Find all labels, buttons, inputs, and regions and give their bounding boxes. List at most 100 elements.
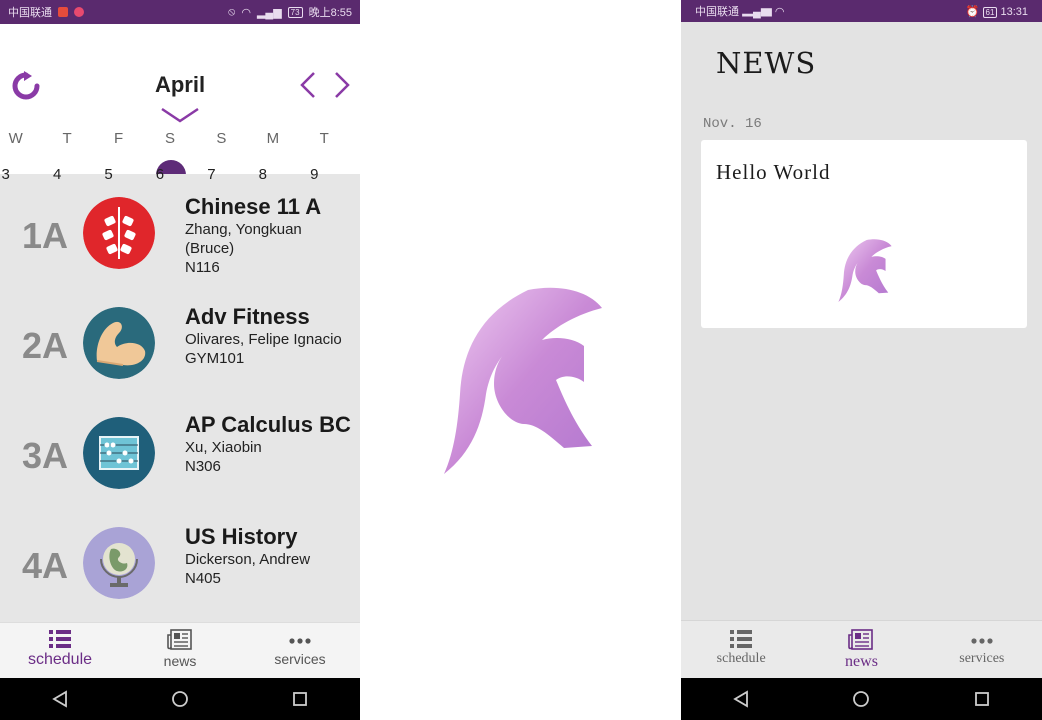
news-card[interactable]: Hello World (701, 140, 1027, 328)
class-row[interactable]: 2A Adv Fitness Olivares, Felipe Ignacio … (0, 302, 360, 412)
class-info: Adv Fitness Olivares, Felipe Ignacio GYM… (185, 304, 355, 368)
abacus-icon (83, 417, 155, 489)
tab-news[interactable]: news (120, 623, 240, 678)
battery-icon: 61 (982, 6, 998, 18)
weekday-label: T (62, 130, 72, 147)
class-name: AP Calculus BC (185, 412, 351, 437)
class-info: AP Calculus BC Xu, Xiaobin N306 (185, 412, 355, 476)
status-icons: ⦸ ◠ ▂▄▆ 73 晚上8:55 (228, 4, 352, 20)
weekday-label: F (113, 130, 124, 147)
news-date: Nov. 16 (703, 116, 762, 132)
signal-icon: ▂▄▆ (256, 6, 282, 19)
spartan-helmet-logo (438, 284, 608, 474)
more-icon (971, 638, 993, 644)
firecracker-icon (83, 197, 155, 269)
period-label: 3A (22, 435, 69, 476)
status-icons-right: ⏰ 61 13:31 (966, 5, 1028, 18)
news-screen: 中国联通 ▂▄▆ ◠ ⏰ 61 13:31 NEWS Nov. 16 Hello… (681, 0, 1042, 720)
carrier-text: 中国联通 (8, 7, 52, 19)
home-button[interactable] (171, 690, 189, 708)
signal-icon: ▂▄▆ ◠ (742, 6, 785, 18)
bottom-tab-bar: schedule news services (0, 622, 360, 678)
weekday-label: S (216, 130, 227, 147)
carrier-label: 中国联通 (8, 4, 85, 20)
weekday-label: W (8, 130, 23, 147)
class-room: N405 (185, 570, 221, 587)
tab-schedule[interactable]: schedule (0, 623, 120, 678)
tab-schedule[interactable]: schedule (681, 621, 801, 678)
notification-icon (58, 7, 69, 17)
class-name: Chinese 11 A (185, 194, 322, 219)
status-bar: 中国联通 ⦸ ◠ ▂▄▆ 73 晚上8:55 (0, 0, 360, 24)
tab-label: schedule (716, 651, 766, 666)
previous-week-button[interactable] (296, 70, 320, 100)
class-row[interactable]: 3A AP Calculus BC Xu, Xiaobin N306 (0, 412, 360, 522)
mute-icon: ⦸ (228, 5, 236, 18)
weibo-icon (74, 7, 85, 17)
next-week-button[interactable] (330, 70, 354, 100)
class-row[interactable]: 1A Chinese 11 A Zhang, Yongkuan (Bruce) … (0, 192, 360, 302)
date-number: 9 (310, 166, 319, 183)
date-number: 8 (258, 166, 267, 183)
date-number: 7 (207, 166, 216, 183)
tab-services[interactable]: services (240, 623, 360, 678)
clock-time: 晚上8:55 (308, 7, 352, 19)
class-room: GYM101 (185, 350, 245, 367)
tab-services[interactable]: services (922, 621, 1042, 678)
class-teacher: Xu, Xiaobin (185, 439, 262, 456)
tab-label: news (163, 653, 197, 669)
class-teacher: Zhang, Yongkuan (Bruce) (185, 221, 302, 257)
list-icon (730, 630, 753, 648)
tab-label: services (959, 651, 1005, 666)
page-title: NEWS (716, 46, 817, 80)
tab-label: services (274, 651, 326, 667)
weekday-row: W T F S S M T (0, 130, 360, 147)
period-label: 4A (22, 545, 69, 586)
tab-label: schedule (27, 651, 93, 668)
tab-news[interactable]: news (801, 621, 921, 678)
flexed-arm-icon (83, 307, 155, 379)
screenshot-composite: 中国联通 ⦸ ◠ ▂▄▆ 73 晚上8:55 April W T F S S M… (0, 0, 1042, 720)
status-bar: 中国联通 ▂▄▆ ◠ ⏰ 61 13:31 (681, 0, 1042, 22)
battery-icon: 73 (287, 6, 303, 18)
newspaper-icon (167, 629, 192, 650)
home-button[interactable] (852, 690, 870, 708)
tab-label: news (845, 653, 878, 670)
bottom-tab-bar: schedule news services (681, 620, 1042, 678)
wifi-icon: ◠ (241, 6, 251, 19)
recents-button[interactable] (291, 690, 309, 708)
splash-screen (360, 0, 681, 720)
weekday-label: S (164, 130, 175, 147)
carrier-text: 中国联通 (695, 6, 739, 18)
period-label: 1A (22, 215, 69, 256)
system-nav-bar (681, 678, 1042, 720)
back-button[interactable] (51, 690, 69, 708)
chevron-down-icon[interactable] (160, 106, 200, 124)
date-number: 5 (104, 166, 113, 183)
class-info: US History Dickerson, Andrew N405 (185, 524, 355, 588)
date-number: 3 (1, 166, 10, 183)
date-number: 6 (155, 166, 165, 183)
class-row[interactable]: 4A US History Dickerson, Andrew N405 (0, 522, 360, 632)
news-card-title: Hello World (716, 160, 831, 184)
class-teacher: Dickerson, Andrew (185, 551, 311, 568)
system-nav-bar (0, 678, 360, 720)
status-icons-left: 中国联通 ▂▄▆ ◠ (695, 3, 785, 19)
recents-button[interactable] (973, 690, 991, 708)
class-teacher: Olivares, Felipe Ignacio (185, 331, 342, 348)
back-button[interactable] (732, 690, 750, 708)
weekday-label: M (266, 130, 280, 147)
class-list: 1A Chinese 11 A Zhang, Yongkuan (Bruce) … (0, 174, 360, 622)
period-label: 2A (22, 325, 69, 366)
clock-time: 13:31 (1000, 5, 1028, 18)
globe-icon (83, 527, 155, 599)
date-number: 4 (52, 166, 62, 183)
class-name: Adv Fitness (185, 304, 310, 329)
weekday-label: T (319, 130, 329, 147)
class-room: N306 (185, 458, 221, 475)
class-room: N116 (185, 259, 220, 276)
newspaper-icon (848, 629, 874, 650)
spartan-helmet-logo (836, 238, 894, 302)
class-name: US History (185, 524, 298, 549)
calendar-header: April W T F S S M T 3 4 5 6 7 8 9 (0, 24, 360, 190)
